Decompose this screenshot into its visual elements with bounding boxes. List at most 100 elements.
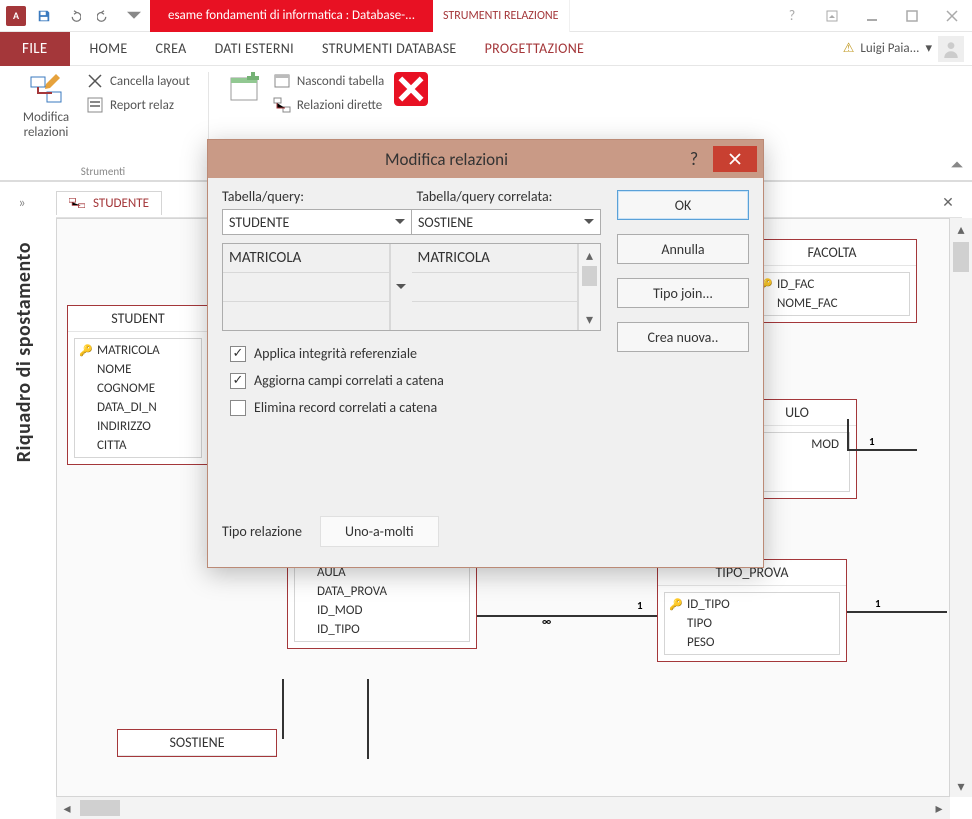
field-dropdown-icon[interactable] — [390, 244, 412, 330]
ok-button[interactable]: OK — [617, 190, 749, 220]
combo-table-left[interactable]: STUDENTE — [222, 209, 411, 235]
qat-undo-icon[interactable] — [62, 4, 86, 28]
tab-home[interactable]: HOME — [76, 32, 142, 66]
chevron-down-icon — [395, 217, 405, 227]
table-studente[interactable]: STUDENT 🔑MATRICOLA NOME COGNOME DATA_DI_… — [67, 305, 209, 465]
qat-redo-icon[interactable] — [92, 4, 116, 28]
nav-pane-expand[interactable]: » — [10, 188, 34, 216]
window-title: esame fondamenti di informatica : Databa… — [150, 0, 433, 32]
table-field: INDIRIZZO — [75, 417, 201, 436]
dialog-help-icon[interactable]: ? — [679, 148, 709, 170]
cardinality-one: 1 — [869, 435, 875, 448]
key-icon: 🔑 — [79, 344, 93, 357]
table-field: ID_MOD — [295, 601, 469, 620]
cmd-nascondi-tabella[interactable]: Nascondi tabella — [273, 72, 384, 90]
help-icon[interactable]: ? — [772, 0, 812, 32]
qat-save-icon[interactable] — [32, 4, 56, 28]
user-name: Luigi Paia... — [860, 41, 919, 56]
table-field: 🔑MATRICOLA — [75, 341, 201, 360]
tab-file[interactable]: FILE — [0, 32, 70, 66]
tab-dati-esterni[interactable]: DATI ESTERNI — [201, 32, 308, 66]
table-field: TIPO — [665, 614, 839, 633]
checkbox-cascade-delete[interactable]: Elimina record correlati a catena — [230, 399, 601, 416]
close-icon[interactable] — [932, 0, 972, 32]
checkbox-icon — [230, 373, 246, 389]
checkbox-enforce-integrity[interactable]: Applica integrità referenziale — [230, 345, 601, 362]
cmd-cancella-layout[interactable]: Cancella layout — [86, 72, 190, 90]
ribbon-display-options-icon[interactable] — [812, 0, 852, 32]
scroll-down-icon[interactable]: ▾ — [579, 308, 600, 330]
field-cell-empty[interactable] — [412, 302, 578, 331]
combo-value: SOSTIENE — [418, 214, 473, 231]
doc-tab-studente[interactable]: STUDENTE — [56, 191, 162, 215]
field-cell-empty[interactable] — [223, 302, 389, 331]
relationship-line — [847, 449, 917, 451]
scroll-left-icon[interactable]: ◂ — [56, 797, 78, 819]
table-field: 🔑ID_TIPO — [665, 595, 839, 614]
relationship-line — [367, 679, 369, 759]
cancel-button[interactable]: Annulla — [617, 234, 749, 264]
qat-customize-icon[interactable] — [122, 4, 146, 28]
cmd-label: Cancella layout — [110, 74, 190, 89]
field-cell-right[interactable]: MATRICOLA — [412, 244, 578, 273]
tab-strumenti-database[interactable]: STRUMENTI DATABASE — [308, 32, 471, 66]
table-field: NOME — [75, 360, 201, 379]
user-area[interactable]: ⚠ Luigi Paia... ▾ — [843, 36, 972, 62]
cmd-label: Nascondi tabella — [297, 74, 384, 89]
tab-progettazione[interactable]: PROGETTAZIONE — [471, 32, 599, 66]
cmd-report-relazioni[interactable]: Report relaz — [86, 96, 190, 114]
tab-crea[interactable]: CREA — [142, 32, 201, 66]
cmd-chiudi[interactable] — [394, 72, 428, 114]
doc-tab-close-icon[interactable]: ✕ — [934, 189, 962, 217]
table-facolta[interactable]: FACOLTA 🔑ID_FAC NOME_FAC — [747, 239, 917, 323]
field-cell-empty[interactable] — [223, 273, 389, 302]
scroll-thumb[interactable] — [582, 266, 597, 286]
hide-table-icon — [273, 72, 291, 90]
create-new-button[interactable]: Crea nuova.. — [617, 322, 749, 352]
combo-table-right[interactable]: SOSTIENE — [411, 209, 601, 235]
ribbon-group-label: Strumenti — [81, 165, 125, 178]
table-sostiene[interactable]: SOSTIENE — [117, 729, 277, 757]
checkbox-label: Applica integrità referenziale — [254, 345, 417, 362]
table-field: 🔑ID_FAC — [755, 275, 909, 294]
ribbon-collapse-icon[interactable] — [950, 158, 964, 176]
dialog-titlebar[interactable]: Modifica relazioni ? — [208, 140, 763, 178]
table-tipo-prova[interactable]: TIPO_PROVA 🔑ID_TIPO TIPO PESO — [657, 559, 847, 662]
relationship-type-label: Tipo relazione — [222, 523, 302, 540]
cmd-label: Modifica relazioni — [16, 110, 76, 140]
key-icon: 🔑 — [669, 598, 683, 611]
scroll-thumb[interactable] — [80, 800, 120, 816]
clear-layout-icon — [86, 72, 104, 90]
dialog-close-button[interactable] — [713, 146, 757, 172]
direct-relations-icon — [273, 96, 291, 114]
grid-scrollbar[interactable]: ▴ ▾ — [578, 244, 600, 330]
scroll-thumb[interactable] — [953, 242, 969, 272]
join-type-button[interactable]: Tipo join... — [617, 278, 749, 308]
horizontal-scrollbar[interactable]: ◂ ▸ — [56, 797, 950, 819]
table-field: DATA_DI_N — [75, 398, 201, 417]
cmd-modifica-relazioni[interactable]: Modifica relazioni — [16, 72, 76, 140]
report-icon — [86, 96, 104, 114]
scroll-down-icon[interactable]: ▾ — [950, 775, 972, 797]
avatar-icon — [938, 36, 964, 62]
table-field: COGNOME — [75, 379, 201, 398]
maximize-icon[interactable] — [892, 0, 932, 32]
cmd-show-table[interactable] — [227, 72, 263, 114]
field-mapping-grid[interactable]: MATRICOLA MATRICOLA ▴ ▾ — [222, 243, 601, 331]
dialog-title: Modifica relazioni — [214, 149, 679, 170]
cmd-relazioni-dirette[interactable]: Relazioni dirette — [273, 96, 384, 114]
field-cell-left[interactable]: MATRICOLA — [223, 244, 389, 273]
table-title: SOSTIENE — [118, 730, 276, 756]
table-field: ID_TIPO — [295, 620, 469, 639]
minimize-icon[interactable] — [852, 0, 892, 32]
scroll-up-icon[interactable]: ▴ — [579, 244, 600, 266]
doc-tab-label: STUDENTE — [93, 196, 149, 211]
vertical-scrollbar[interactable]: ▴ ▾ — [950, 218, 972, 797]
chevron-down-icon: ▾ — [925, 41, 932, 56]
scroll-up-icon[interactable]: ▴ — [950, 218, 972, 240]
relationship-type-value: Uno-a-molti — [320, 516, 439, 547]
field-cell-empty[interactable] — [412, 273, 578, 302]
scroll-right-icon[interactable]: ▸ — [928, 797, 950, 819]
chevron-down-icon — [584, 217, 594, 227]
checkbox-cascade-update[interactable]: Aggiorna campi correlati a catena — [230, 372, 601, 389]
